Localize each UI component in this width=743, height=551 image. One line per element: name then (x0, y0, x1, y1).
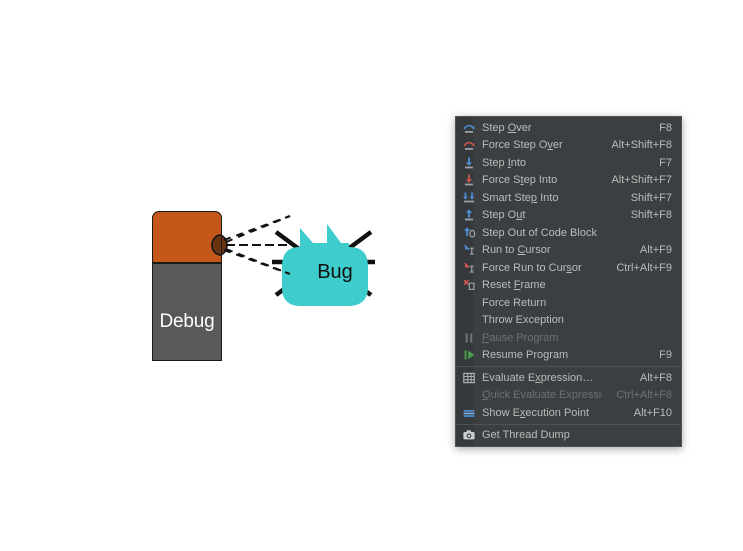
menu-item-shortcut: Shift+F7 (630, 191, 672, 204)
menu-item-shortcut: Alt+Shift+F7 (611, 174, 672, 187)
debug-block-divider (152, 262, 222, 264)
menu-item-evaluate-expression[interactable]: Evaluate Expression… Alt+F8 (456, 369, 681, 387)
force-step-over-icon (460, 138, 477, 153)
debug-block-top (152, 211, 222, 263)
show-execution-point-icon (460, 405, 477, 420)
menu-item-force-step-into[interactable]: Force Step Into Alt+Shift+F7 (456, 172, 681, 190)
thread-dump-icon (460, 428, 477, 443)
menu-item-force-run-to-cursor[interactable]: Force Run to Cursor Ctrl+Alt+F9 (456, 259, 681, 277)
menu-separator (456, 366, 681, 367)
step-out-icon (460, 208, 477, 223)
menu-item-force-return[interactable]: Force Return (456, 294, 681, 312)
menu-item-shortcut: Ctrl+Alt+F9 (616, 261, 672, 274)
menu-item-show-execution-point[interactable]: Show Execution Point Alt+F10 (456, 404, 681, 422)
menu-item-label: Force Step Into (482, 174, 558, 187)
menu-item-shortcut: F9 (659, 349, 672, 362)
smart-step-into-icon (460, 190, 477, 205)
menu-item-shortcut: F8 (659, 121, 672, 134)
connector-line-top (225, 215, 291, 243)
bug-leg-right-top (346, 230, 373, 251)
none (460, 295, 477, 310)
menu-item-label: Force Return (482, 296, 547, 309)
menu-item-label: Throw Exception (482, 314, 564, 327)
menu-item-label: Force Step Over (482, 139, 563, 152)
bug-leg-left-top (274, 230, 301, 251)
none (460, 388, 477, 403)
menu-item-label: Step Over (482, 121, 532, 134)
menu-item-label: Step Out of Code Block (482, 226, 597, 239)
debug-context-menu[interactable]: Step Over F8 Force Step Over Alt+Shift+F8 St… (455, 116, 682, 447)
menu-item-step-into[interactable]: Step Into F7 (456, 154, 681, 172)
menu-item-shortcut: Alt+F9 (639, 244, 672, 257)
menu-item-label: Step Into (482, 156, 527, 169)
bug-label: Bug (317, 261, 353, 283)
menu-item-list: Step Over F8 Force Step Over Alt+Shift+F8 St… (456, 119, 681, 444)
pause-icon (460, 330, 477, 345)
menu-item-reset-frame[interactable]: Reset Frame (456, 277, 681, 295)
menu-item-throw-exception[interactable]: Throw Exception (456, 312, 681, 330)
run-to-cursor-icon (460, 243, 477, 258)
menu-item-shortcut: Alt+Shift+F8 (611, 139, 672, 152)
resume-icon (460, 348, 477, 363)
menu-item-shortcut: Shift+F8 (630, 209, 672, 222)
menu-item-pause-program: Pause Program (456, 329, 681, 347)
menu-item-step-out-of-code-block[interactable]: Step Out of Code Block (456, 224, 681, 242)
menu-item-step-out[interactable]: Step Out Shift+F8 (456, 207, 681, 225)
menu-item-shortcut: Alt+F8 (639, 371, 672, 384)
menu-item-label: Get Thread Dump (482, 429, 570, 442)
menu-item-shortcut: Alt+F10 (633, 406, 672, 419)
menu-item-label: Force Run to Cursor (482, 261, 582, 274)
force-step-into-icon (460, 173, 477, 188)
illustration-svg (210, 215, 375, 306)
menu-item-smart-step-into[interactable]: Smart Step Into Shift+F7 (456, 189, 681, 207)
menu-item-label: Evaluate Expression… (482, 371, 594, 384)
menu-item-label: Resume Program (482, 349, 569, 362)
none (460, 313, 477, 328)
menu-item-step-over[interactable]: Step Over F8 (456, 119, 681, 137)
menu-item-force-step-over[interactable]: Force Step Over Alt+Shift+F8 (456, 137, 681, 155)
debug-illustration: Debug Bug (0, 0, 455, 551)
menu-item-label: Pause Program (482, 331, 559, 344)
evaluate-expression-icon (460, 370, 477, 385)
menu-item-shortcut: F7 (659, 156, 672, 169)
menu-item-label: Step Out (482, 209, 526, 222)
menu-item-label: Smart Step Into (482, 191, 559, 204)
menu-item-resume-program[interactable]: Resume Program F9 (456, 347, 681, 365)
step-over-icon (460, 120, 477, 135)
menu-item-run-to-cursor[interactable]: Run to Cursor Alt+F9 (456, 242, 681, 260)
menu-item-get-thread-dump[interactable]: Get Thread Dump (456, 427, 681, 445)
menu-item-label: Run to Cursor (482, 244, 551, 257)
force-run-to-cursor-icon (460, 260, 477, 275)
menu-item-quick-evaluate-expression: Quick Evaluate Expression Ctrl+Alt+F8 (456, 387, 681, 405)
step-into-icon (460, 155, 477, 170)
menu-item-label: Quick Evaluate Expression (482, 389, 603, 402)
menu-item-shortcut: Ctrl+Alt+F8 (616, 389, 672, 402)
debug-block-label: Debug (159, 311, 215, 332)
step-out-of-code-block-icon (460, 225, 477, 240)
menu-separator (456, 423, 681, 425)
reset-frame-icon (460, 278, 477, 293)
menu-item-label: Show Execution Point (482, 406, 590, 419)
debug-block: Debug (152, 211, 222, 361)
menu-item-label: Reset Frame (482, 279, 546, 292)
